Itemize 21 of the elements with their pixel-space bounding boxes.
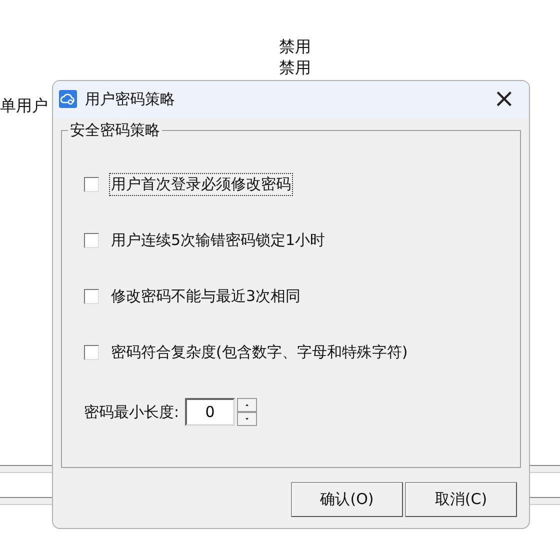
cloud-gear-icon bbox=[59, 90, 77, 108]
status-text: 禁用 bbox=[279, 57, 312, 78]
checkbox[interactable] bbox=[84, 344, 99, 360]
spin-up-button[interactable] bbox=[237, 398, 258, 412]
group-title: 安全密码策略 bbox=[69, 121, 161, 140]
row-label: 单用户 bbox=[0, 95, 49, 117]
checkbox[interactable] bbox=[84, 232, 99, 248]
dialog-button[interactable]: 取消(C) bbox=[405, 482, 517, 517]
checkbox-label[interactable]: 密码符合复杂度(包含数字、字母和特殊字符) bbox=[109, 340, 410, 364]
checkbox[interactable] bbox=[84, 288, 99, 304]
close-button[interactable]: × bbox=[479, 86, 529, 112]
spin-down-button[interactable] bbox=[237, 412, 258, 426]
checkbox-label[interactable]: 修改密码不能与最近3次相同 bbox=[109, 284, 303, 308]
checkbox[interactable] bbox=[84, 176, 99, 192]
window-title: 用户密码策略 bbox=[85, 90, 176, 108]
status-text: 禁用 bbox=[279, 36, 312, 57]
dialog-button[interactable]: 确认(O) bbox=[291, 482, 403, 517]
min-length-field[interactable]: 0 bbox=[185, 398, 236, 426]
checkbox-label[interactable]: 用户首次登录必须修改密码 bbox=[109, 172, 293, 196]
checkbox-label[interactable]: 用户连续5次输错密码锁定1小时 bbox=[109, 228, 328, 252]
field-label: 密码最小长度: bbox=[84, 402, 180, 422]
